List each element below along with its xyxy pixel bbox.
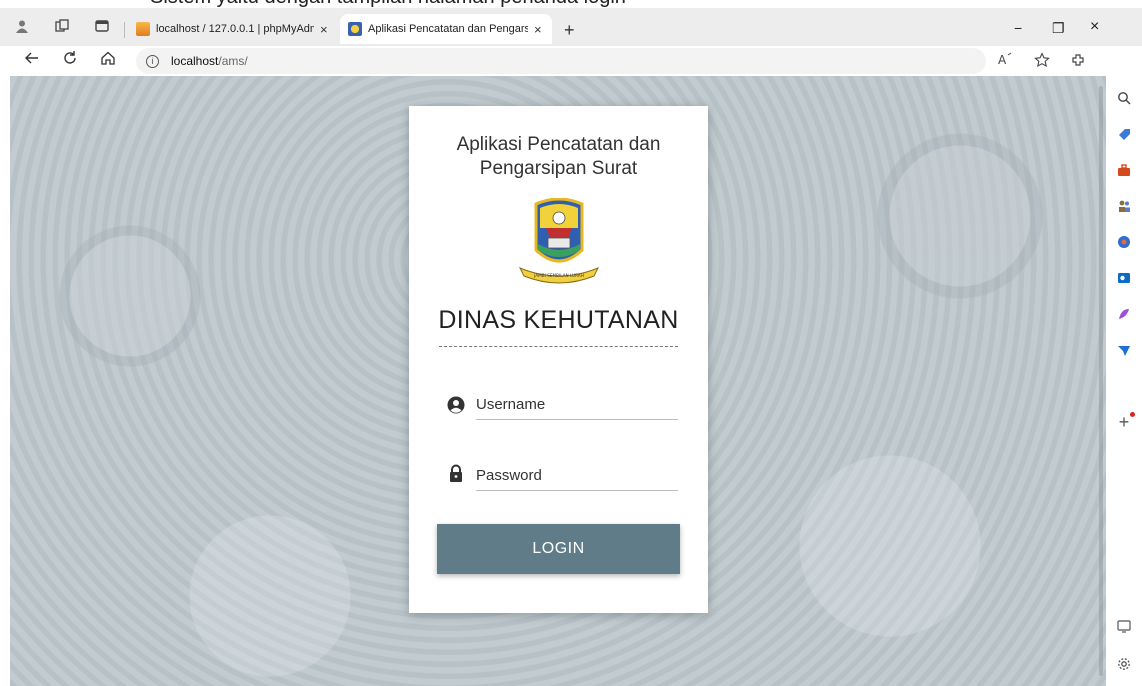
minimize-button[interactable]: −	[1014, 20, 1022, 36]
tab-separator	[124, 22, 125, 38]
office-icon[interactable]	[1116, 234, 1132, 250]
refresh-icon[interactable]	[62, 50, 78, 71]
outlook-icon[interactable]	[1116, 270, 1132, 286]
tab-actions-icon[interactable]	[94, 18, 110, 34]
site-info-icon[interactable]: i	[146, 54, 159, 68]
close-window-button[interactable]: ×	[1090, 18, 1099, 36]
workspaces-icon[interactable]	[54, 18, 70, 34]
crest-favicon-icon	[348, 22, 362, 36]
url-path: /ams/	[218, 54, 248, 68]
tab-phpmyadmin[interactable]: localhost / 127.0.0.1 | phpMyAdm ×	[128, 14, 336, 44]
tab-label: localhost / 127.0.0.1 | phpMyAdm	[156, 23, 314, 35]
restore-button[interactable]: ❐	[1052, 20, 1065, 37]
phpmyadmin-favicon-icon	[136, 22, 150, 36]
dinas-crest-logo: JAMBI SEMBILAN LURAH	[518, 198, 600, 284]
org-name: DINAS KEHUTANAN	[438, 306, 679, 334]
navigation-bar: i localhost/ams/ A	[0, 46, 1142, 76]
designer-icon[interactable]	[1116, 306, 1132, 322]
home-icon[interactable]	[100, 50, 116, 71]
svg-text:A: A	[998, 53, 1007, 66]
toolbox-icon[interactable]	[1116, 162, 1132, 178]
login-card: Aplikasi Pencatatan dan Pengarsipan Surat…	[409, 106, 708, 613]
address-bar[interactable]: i localhost/ams/	[136, 48, 986, 74]
password-input[interactable]: Password	[476, 461, 678, 491]
username-placeholder: Username	[476, 396, 546, 413]
add-icon[interactable]: +	[1116, 412, 1135, 432]
settings-icon[interactable]	[1116, 656, 1132, 672]
top-strip-text: Sistem yaitu dengan tampilan halaman pen…	[150, 0, 626, 8]
browser-sidebar: +	[1106, 76, 1142, 686]
title-divider	[439, 346, 678, 347]
tab-label: Aplikasi Pencatatan dan Pengarsi	[368, 23, 528, 35]
close-tab-icon[interactable]: ×	[534, 22, 542, 37]
scrollbar[interactable]	[1099, 86, 1103, 676]
user-circle-icon	[447, 396, 465, 414]
lock-icon	[450, 464, 462, 482]
profile-icon[interactable]	[14, 18, 30, 34]
url-host: localhost	[171, 54, 219, 68]
new-tab-button[interactable]: +	[564, 20, 575, 41]
document-top-strip: Sistem yaitu dengan tampilan halaman pen…	[0, 0, 1142, 8]
extensions-icon[interactable]	[1070, 52, 1086, 71]
screenshot-icon[interactable]	[1116, 618, 1132, 634]
username-input[interactable]: Username	[476, 390, 678, 420]
shopping-tag-icon[interactable]	[1116, 126, 1132, 142]
password-placeholder: Password	[476, 467, 542, 484]
read-aloud-icon[interactable]: A	[998, 52, 1014, 69]
favorite-star-icon[interactable]	[1034, 52, 1050, 71]
search-icon[interactable]	[1116, 90, 1132, 106]
close-tab-icon[interactable]: ×	[320, 22, 328, 37]
tab-aplikasi[interactable]: Aplikasi Pencatatan dan Pengarsi ×	[340, 14, 552, 44]
notification-dot	[1130, 412, 1135, 417]
login-button[interactable]: LOGIN	[437, 524, 680, 574]
back-icon[interactable]	[24, 50, 40, 71]
send-icon[interactable]	[1116, 342, 1132, 358]
app-title: Aplikasi Pencatatan dan Pengarsipan Surat	[456, 134, 661, 179]
tab-bar: localhost / 127.0.0.1 | phpMyAdm × Aplik…	[0, 8, 1142, 46]
people-icon[interactable]	[1116, 198, 1132, 214]
logo-ribbon-text: JAMBI SEMBILAN LURAH	[533, 273, 584, 278]
